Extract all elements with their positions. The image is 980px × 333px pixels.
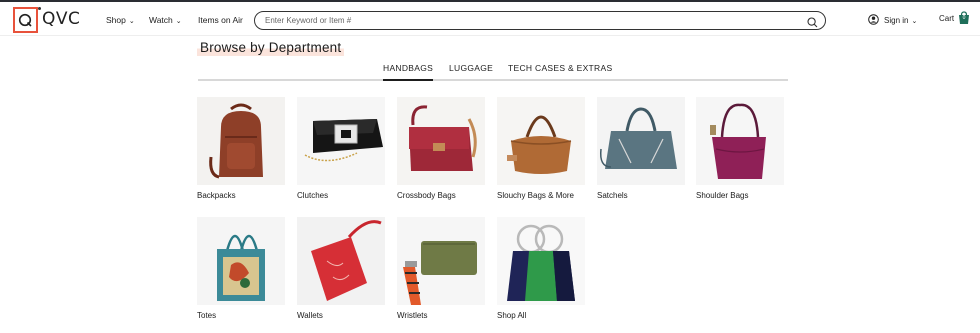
- clutch-image[interactable]: [297, 97, 385, 185]
- category-tile-shoulder-bags[interactable]: Shoulder Bags: [696, 97, 784, 200]
- category-tile-slouchy-bags[interactable]: Slouchy Bags & More: [497, 97, 585, 200]
- shoulder-bag-image[interactable]: [696, 97, 784, 185]
- user-icon: [868, 14, 879, 27]
- tab-handbags[interactable]: HANDBAGS: [383, 63, 434, 81]
- nav-shop-label: Shop: [106, 15, 126, 25]
- category-label[interactable]: Clutches: [297, 191, 328, 200]
- logo-text[interactable]: QVC: [42, 9, 80, 29]
- category-label[interactable]: Shop All: [497, 311, 526, 320]
- category-label[interactable]: Shoulder Bags: [696, 191, 748, 200]
- tab-luggage[interactable]: LUGGAGE: [449, 63, 493, 73]
- category-label[interactable]: Backpacks: [197, 191, 236, 200]
- cart-button[interactable]: Cart 0: [939, 11, 969, 24]
- search-input[interactable]: [265, 14, 785, 27]
- category-label[interactable]: Slouchy Bags & More: [497, 191, 574, 200]
- category-tile-wristlets[interactable]: Wristlets: [397, 217, 485, 320]
- logo-dot: [38, 7, 41, 10]
- category-label[interactable]: Crossbody Bags: [397, 191, 456, 200]
- category-label[interactable]: Totes: [197, 311, 216, 320]
- top-navigation-bar: QVC Shop⌄ Watch⌄ Items on Air Sign in⌄ C…: [0, 0, 980, 36]
- category-tile-shop-all[interactable]: Shop All: [497, 217, 585, 320]
- chevron-down-icon: ⌄: [175, 18, 182, 25]
- nav-items-on-air-label: Items on Air: [198, 15, 243, 25]
- category-label[interactable]: Wristlets: [397, 311, 428, 320]
- cart-label: Cart: [939, 14, 955, 23]
- nav-watch-label: Watch: [149, 15, 173, 25]
- chevron-down-icon: ⌄: [128, 18, 135, 25]
- nav-watch[interactable]: Watch ⌄: [149, 15, 182, 25]
- department-tabs: HANDBAGS LUGGAGE TECH CASES & EXTRAS: [198, 58, 788, 81]
- cart-count: 0: [962, 15, 966, 21]
- search-bar: [254, 11, 826, 30]
- nav-shop[interactable]: Shop ⌄: [106, 15, 135, 25]
- category-tile-crossbody-bags[interactable]: Crossbody Bags: [397, 97, 485, 200]
- category-tile-backpacks[interactable]: Backpacks: [197, 97, 285, 200]
- sign-in-label: Sign in: [884, 16, 909, 25]
- nav-items-on-air[interactable]: Items on Air: [198, 15, 243, 25]
- tab-tech-cases-extras[interactable]: TECH CASES & EXTRAS: [508, 63, 612, 73]
- wristlet-image[interactable]: [397, 217, 485, 305]
- backpack-image[interactable]: [197, 97, 285, 185]
- satchel-image[interactable]: [597, 97, 685, 185]
- search-icon[interactable]: [807, 15, 818, 33]
- crossbody-bag-image[interactable]: [397, 97, 485, 185]
- slouchy-bag-image[interactable]: [497, 97, 585, 185]
- category-tile-totes[interactable]: Totes: [197, 217, 285, 320]
- category-tile-satchels[interactable]: Satchels: [597, 97, 685, 200]
- tote-image[interactable]: [197, 217, 285, 305]
- sign-in-button[interactable]: Sign in ⌄: [868, 14, 917, 27]
- category-label[interactable]: Satchels: [597, 191, 628, 200]
- category-tile-clutches[interactable]: Clutches: [297, 97, 385, 200]
- qvc-logo-icon[interactable]: [13, 7, 38, 33]
- wallet-image[interactable]: [297, 217, 385, 305]
- chevron-down-icon: ⌄: [911, 17, 918, 25]
- page-title: Browse by Department: [197, 39, 345, 56]
- category-tile-wallets[interactable]: Wallets: [297, 217, 385, 320]
- category-label[interactable]: Wallets: [297, 311, 323, 320]
- shop-all-image[interactable]: [497, 217, 585, 305]
